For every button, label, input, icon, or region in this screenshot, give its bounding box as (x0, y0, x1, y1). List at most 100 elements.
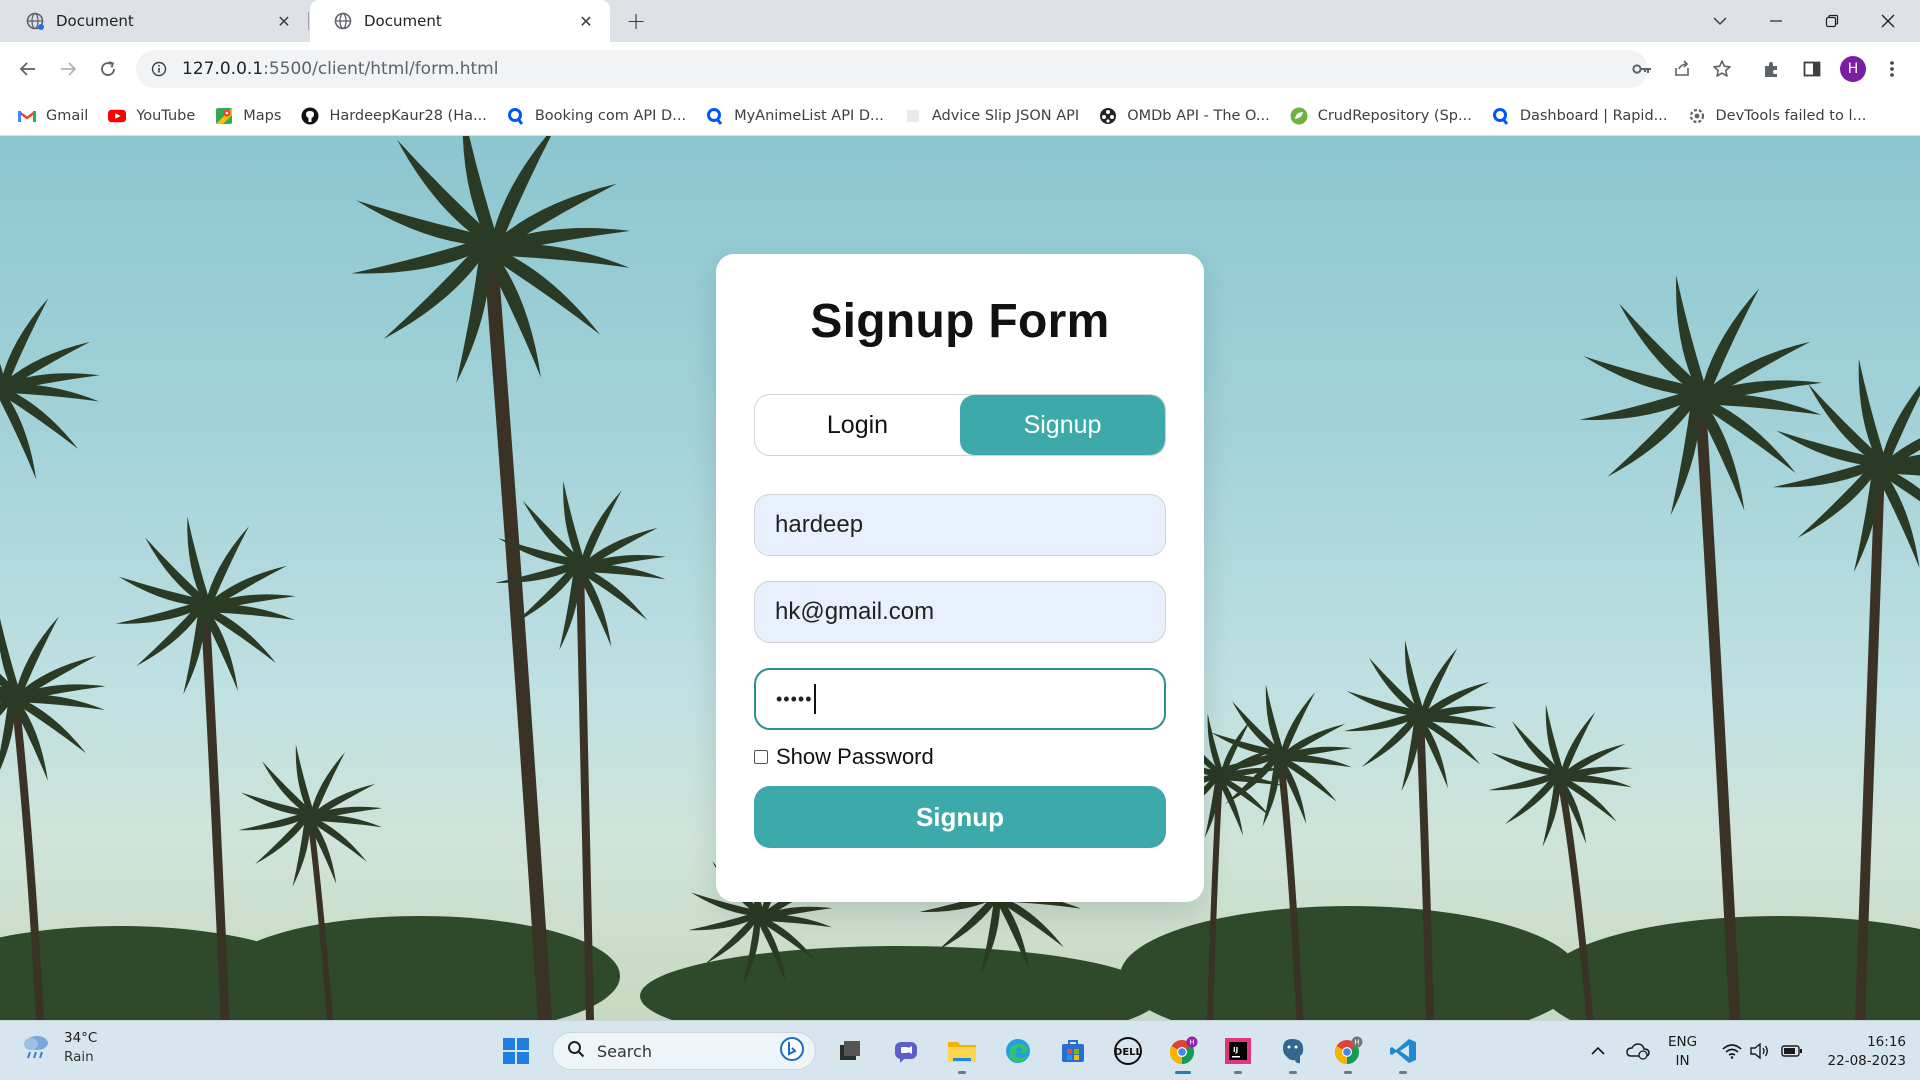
dell-icon[interactable]: DELL (1108, 1031, 1148, 1071)
globe-icon (26, 12, 44, 30)
menu-kebab-icon[interactable] (1878, 55, 1906, 83)
tab-strip: Document ✕ Document ✕ + (0, 0, 1920, 42)
gmail-icon (18, 107, 36, 125)
extensions-icon[interactable] (1758, 55, 1786, 83)
tab-title: Document (56, 12, 134, 30)
page-viewport: Signup Form Login Signup hardeep hk@gmai… (0, 136, 1920, 1020)
chrome-profile-h-icon[interactable]: H (1163, 1031, 1203, 1074)
globe-icon (334, 12, 352, 30)
password-value: ••••• (776, 688, 813, 709)
close-tab-icon[interactable]: ✕ (576, 11, 596, 31)
key-icon[interactable] (1631, 58, 1653, 80)
bookmark-myanimelist-api[interactable]: MyAnimeList API D... (706, 107, 884, 125)
back-icon[interactable] (14, 55, 42, 83)
start-button[interactable] (496, 1031, 536, 1071)
share-icon[interactable] (1671, 58, 1693, 80)
battery-icon[interactable] (1778, 1037, 1806, 1065)
chrome-profile-2-icon[interactable]: H (1328, 1031, 1368, 1074)
file-explorer-icon[interactable] (942, 1031, 982, 1074)
url-text: 127.0.0.1:5500/client/html/form.html (182, 59, 499, 79)
task-view-icon[interactable] (830, 1031, 870, 1071)
bookmark-crudrepository[interactable]: CrudRepository (Sp... (1290, 107, 1472, 125)
search-icon (567, 1040, 585, 1062)
show-password-checkbox[interactable] (754, 750, 768, 764)
rain-cloud-icon (20, 1029, 54, 1067)
forward-icon[interactable] (54, 55, 82, 83)
login-signup-switch: Login Signup (754, 394, 1166, 456)
bookmark-omdb[interactable]: OMDb API - The O... (1099, 107, 1270, 125)
bookmark-rapid-dashboard[interactable]: Dashboard | Rapid... (1492, 107, 1668, 125)
bookmark-star-icon[interactable] (1711, 58, 1733, 80)
weather-widget[interactable]: 34°C Rain (20, 1029, 97, 1067)
rapidapi-icon (507, 107, 525, 125)
teams-chat-icon[interactable] (886, 1031, 926, 1071)
close-window-icon[interactable] (1860, 0, 1916, 42)
clock-date: 22-08-2023 (1827, 1053, 1906, 1069)
taskbar-search[interactable]: Search (552, 1032, 816, 1070)
name-value: hardeep (775, 511, 864, 538)
profile-avatar[interactable]: H (1840, 56, 1866, 82)
login-tab[interactable]: Login (755, 395, 960, 455)
bookmarks-bar: Gmail YouTube Maps HardeepKaur28 (Ha... … (0, 96, 1920, 136)
svg-text:H: H (1354, 1039, 1359, 1047)
running-indicator (1399, 1071, 1407, 1074)
spring-icon (1290, 107, 1308, 125)
clock-time: 16:16 (1867, 1034, 1906, 1050)
site-info-icon[interactable] (150, 60, 168, 78)
language-indicator[interactable]: ENG IN (1668, 1033, 1697, 1071)
windows-taskbar: 34°C Rain Search DELL H IJ H ENG IN 16:1… (0, 1020, 1920, 1080)
side-panel-icon[interactable] (1798, 55, 1826, 83)
tab-separator (308, 12, 309, 30)
bookmark-devtools[interactable]: DevTools failed to l... (1688, 107, 1866, 125)
tab-title: Document (364, 12, 442, 30)
svg-text:DELL: DELL (1114, 1047, 1143, 1058)
svg-text:H: H (1189, 1039, 1194, 1047)
vscode-icon[interactable] (1383, 1031, 1423, 1074)
browser-tab-1[interactable]: Document ✕ (2, 0, 308, 42)
volume-icon[interactable] (1746, 1037, 1774, 1065)
bookmark-gmail[interactable]: Gmail (18, 107, 88, 125)
bookmark-advice-slip[interactable]: Advice Slip JSON API (904, 107, 1079, 125)
github-icon (301, 107, 319, 125)
omdb-icon (1099, 107, 1117, 125)
text-caret (813, 684, 816, 714)
restore-icon[interactable] (1804, 0, 1860, 42)
browser-tab-2[interactable]: Document ✕ (310, 0, 610, 42)
minimize-icon[interactable] (1748, 0, 1804, 42)
search-label: Search (597, 1041, 652, 1061)
show-password-label: Show Password (776, 744, 934, 769)
bookmark-maps[interactable]: Maps (215, 107, 281, 125)
maps-icon (215, 107, 233, 125)
new-tab-button[interactable]: + (624, 7, 648, 35)
running-indicator (1344, 1071, 1352, 1074)
signup-card: Signup Form Login Signup hardeep hk@gmai… (716, 254, 1204, 902)
browser-toolbar: 127.0.0.1:5500/client/html/form.html H (0, 42, 1920, 96)
intellij-idea-icon[interactable]: IJ (1218, 1031, 1258, 1074)
bookmark-github[interactable]: HardeepKaur28 (Ha... (301, 107, 487, 125)
show-hidden-icons-chevron-icon[interactable] (1586, 1037, 1610, 1065)
show-password-row[interactable]: Show Password (754, 744, 934, 770)
email-input[interactable]: hk@gmail.com (754, 581, 1166, 643)
page-icon (904, 107, 922, 125)
bookmark-booking-api[interactable]: Booking com API D... (507, 107, 686, 125)
close-tab-icon[interactable]: ✕ (274, 11, 294, 31)
edge-browser-icon[interactable] (998, 1031, 1038, 1071)
name-input[interactable]: hardeep (754, 494, 1166, 556)
form-title: Signup Form (810, 295, 1110, 348)
postgresql-icon[interactable] (1273, 1031, 1313, 1074)
svg-text:IJ: IJ (1233, 1046, 1238, 1054)
rapidapi-icon (1492, 107, 1510, 125)
weather-temp: 34°C (64, 1030, 98, 1046)
youtube-icon (108, 107, 127, 125)
reload-icon[interactable] (94, 55, 122, 83)
microsoft-store-icon[interactable] (1053, 1031, 1093, 1071)
address-bar[interactable]: 127.0.0.1:5500/client/html/form.html (136, 50, 1648, 88)
onedrive-sync-icon[interactable] (1624, 1037, 1652, 1065)
password-input[interactable]: ••••• (754, 668, 1166, 730)
system-clock[interactable]: 16:16 22-08-2023 (1820, 1033, 1906, 1071)
tab-search-icon[interactable] (1692, 0, 1748, 42)
signup-submit-button[interactable]: Signup (754, 786, 1166, 848)
bookmark-youtube[interactable]: YouTube (108, 107, 195, 125)
wifi-icon[interactable] (1718, 1037, 1746, 1065)
signup-tab[interactable]: Signup (960, 395, 1165, 455)
